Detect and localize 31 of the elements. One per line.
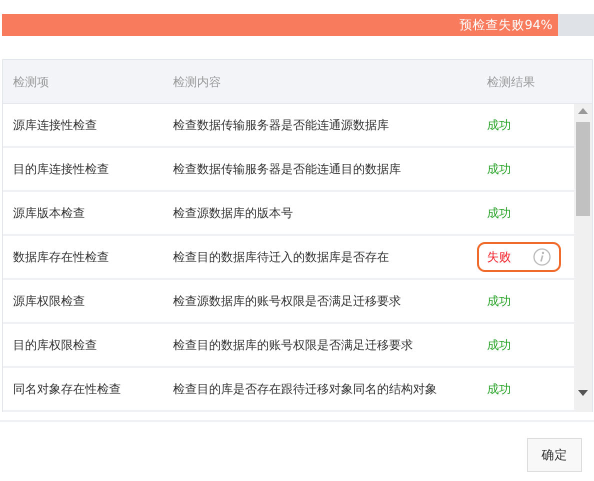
table-cell-text: 检查目的库是否存在跟待迁移对象同名的结构对象 [172,381,438,398]
result-status: 成功 [486,161,512,178]
table-cell-text: 检查源数据库的版本号 [172,205,294,222]
table-cell-text: 检查源数据库的账号权限是否满足迁移要求 [172,293,402,310]
result-status: 成功 [486,293,512,310]
info-icon[interactable] [533,248,551,266]
table-cell-text: 检查数据传输服务器是否能连通目的数据库 [172,161,402,178]
table-cell-text: 目的库权限检查 [12,337,98,354]
table-cell-text: 同名对象存在性检查 [12,381,122,398]
column-header: 检测内容 [172,74,222,90]
table-cell-text: 目的库连接性检查 [12,161,110,178]
table-cell-text: 源库版本检查 [12,205,86,222]
scrollbar-thumb[interactable] [576,122,590,216]
table-cell-text: 检查数据传输服务器是否能连通源数据库 [172,117,390,134]
table-cell-text: 源库权限检查 [12,293,86,310]
progress-label: 预检查失败94% [460,16,552,34]
table-cell-text: 源库连接性检查 [12,117,98,134]
column-header: 检测项 [12,74,50,90]
table-cell-text: 检查目的数据库待迁入的数据库是否存在 [172,249,390,266]
column-header: 检测结果 [486,74,536,90]
scroll-down-icon[interactable] [578,390,588,396]
result-status: 失败 [477,242,561,272]
result-status: 成功 [486,205,512,222]
scrollbar[interactable] [574,104,592,412]
result-status: 成功 [486,117,512,134]
result-status: 成功 [486,337,512,354]
result-status: 成功 [486,381,512,398]
scroll-up-icon[interactable] [578,108,588,114]
confirm-button[interactable]: 确定 [527,438,582,472]
table-cell-text: 数据库存在性检查 [12,249,110,266]
table-cell-text: 检查目的数据库的账号权限是否满足迁移要求 [172,337,414,354]
